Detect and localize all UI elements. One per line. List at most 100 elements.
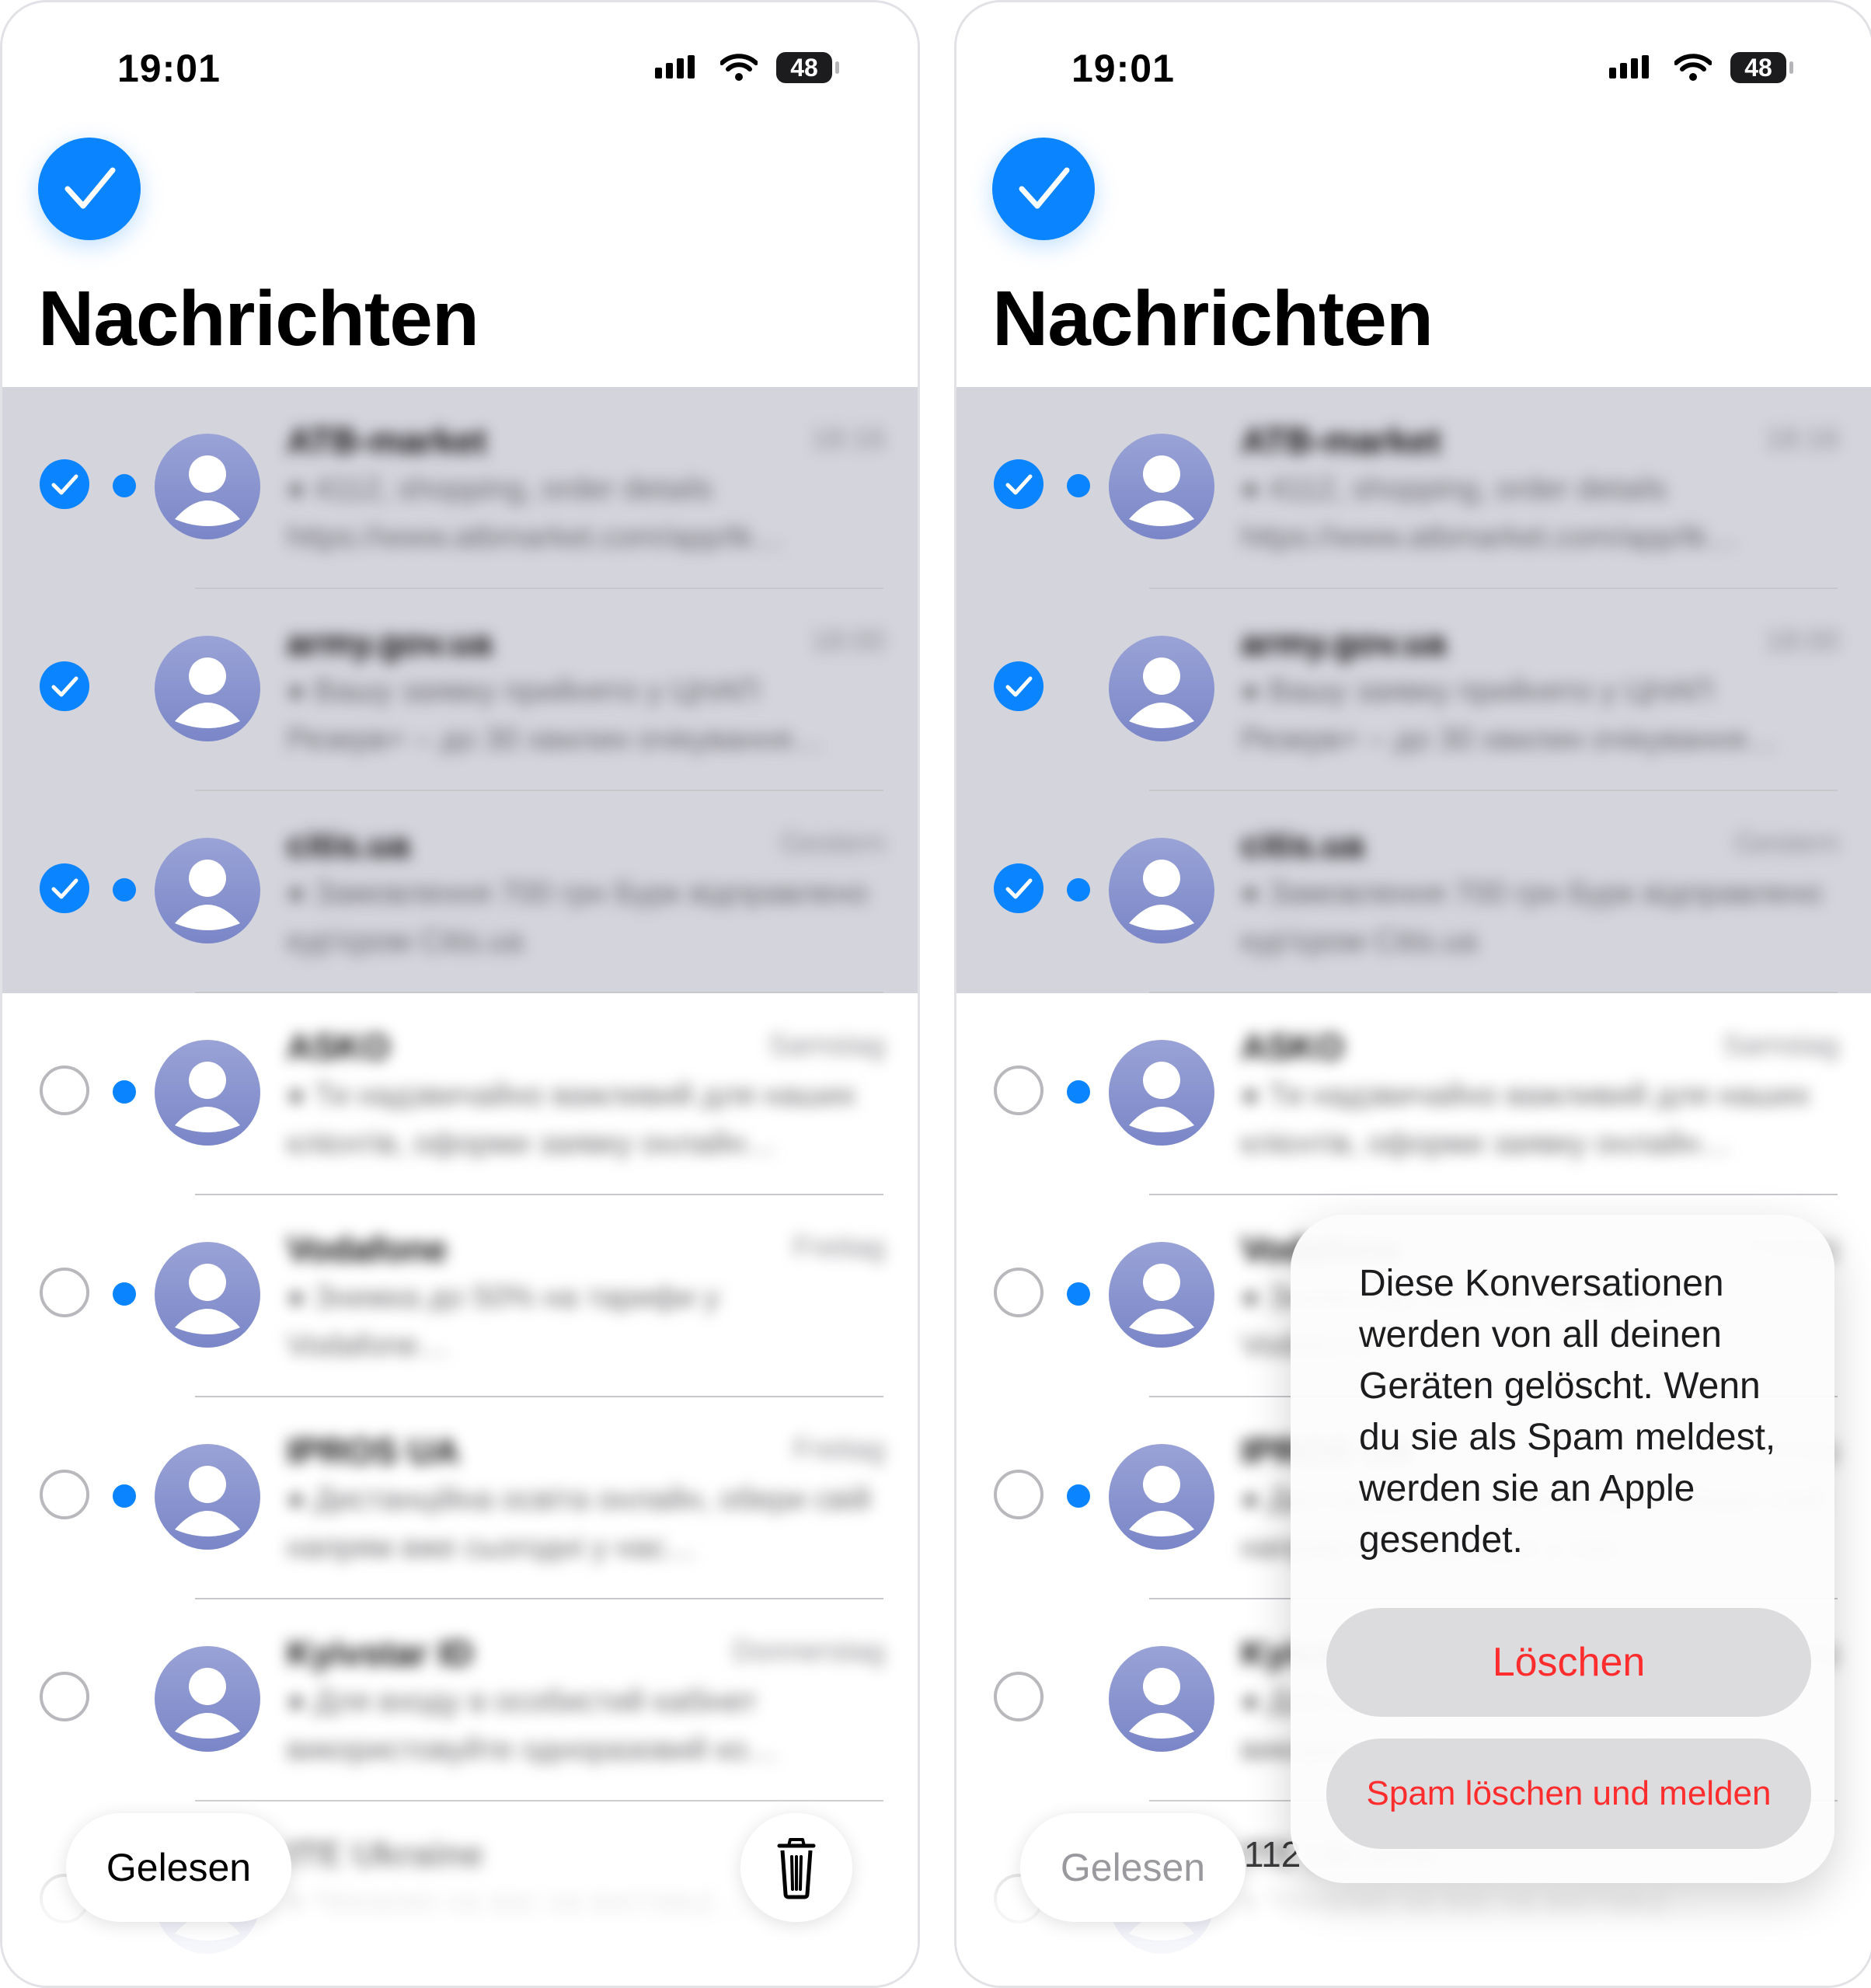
avatar-person-icon (1109, 838, 1214, 943)
unread-dot (113, 1080, 136, 1104)
conversation-sender: IPROS UA (287, 1431, 460, 1471)
avatar-person-icon (1109, 636, 1214, 741)
row-select-circle[interactable] (40, 1268, 89, 1317)
conversation-preview: ● Ти надзвичайно важливий для наших кліє… (1241, 1078, 1810, 1160)
conversation-preview: ● 4112, shopping, order details https://… (287, 472, 785, 554)
conversation-preview: ● Вашу заявку прийнято у ЦНАП Резерв+ – … (1241, 674, 1778, 756)
battery-tip (1789, 61, 1793, 74)
conversation-time: Freitag (793, 1231, 885, 1264)
avatar-person-icon (155, 1040, 260, 1146)
conversation-time: Gestern (779, 827, 885, 860)
status-time: 19:01 (117, 47, 221, 90)
unread-dot (113, 878, 136, 902)
select-all-checkmark-icon[interactable] (992, 138, 1095, 240)
conversation-time: 18:00 (810, 625, 885, 657)
conversation-sender: Kyivstar ID (287, 1633, 474, 1673)
trash-icon (777, 1838, 816, 1899)
conversation-sender: army.gov.ua (1241, 623, 1447, 663)
row-select-circle[interactable] (40, 1065, 89, 1115)
cellular-signal-icon (655, 55, 695, 78)
conversation-row[interactable]: Vodafone Freitag ● Знижка до 50% на тарифи… (2, 1195, 918, 1397)
conversation-row[interactable]: ATB-market 18:16 ● 4112, shopping, order d… (956, 387, 1871, 589)
conversation-text-blurred: citis.ua Gestern ● Замовлення 700 грн Бурк… (287, 807, 885, 962)
conversation-sender: ATB-market (287, 420, 487, 461)
row-select-circle[interactable] (40, 1672, 89, 1721)
avatar-person-icon (155, 636, 260, 741)
delete-and-report-spam-button[interactable]: Spam löschen und melden (1326, 1739, 1811, 1849)
conversation-preview: ● Замовлення 700 грн Бурк відправлено ку… (1241, 876, 1822, 958)
conversation-row[interactable]: ASKO Samstag ● Ти надзвичайно важливий для… (956, 993, 1871, 1195)
conversation-preview: ● Ти надзвичайно важливий для наших кліє… (287, 1078, 856, 1160)
conversation-sender: citis.ua (1241, 825, 1364, 865)
conversation-text-blurred: army.gov.ua 18:00 ● Вашу заявку прийнято у… (287, 605, 885, 760)
phone-screen-left: 19:01 48 Nachrichten ATB-market 18:16 ● 41… (0, 0, 920, 1988)
avatar-person-icon (155, 1242, 260, 1348)
avatar-person-icon (1109, 1444, 1214, 1550)
row-select-circle[interactable] (994, 1672, 1044, 1721)
cellular-signal-icon (1609, 55, 1649, 78)
avatar-person-icon (155, 1444, 260, 1550)
unread-dot (1067, 1282, 1090, 1306)
unread-dot (113, 1484, 136, 1508)
phone-screen-right: 19:01 48 Nachrichten ATB-market 18:16 ● 41… (954, 0, 1871, 1988)
delete-button[interactable]: Löschen (1326, 1608, 1811, 1717)
avatar-person-icon (1109, 1242, 1214, 1348)
conversation-sender: Vodafone (287, 1229, 448, 1269)
conversation-sender: ATB-market (1241, 420, 1441, 461)
conversation-row[interactable]: ATB-market 18:16 ● 4112, shopping, order d… (2, 387, 918, 589)
battery-level: 48 (776, 52, 832, 83)
status-time: 19:01 (1071, 47, 1175, 90)
trash-button[interactable] (740, 1813, 852, 1922)
conversation-row[interactable]: army.gov.ua 18:00 ● Вашу заявку прийнято у… (2, 589, 918, 791)
select-all-checkmark-icon[interactable] (38, 138, 141, 240)
conversation-preview: ● 4112, shopping, order details https://… (1241, 472, 1739, 554)
row-select-circle[interactable] (994, 1065, 1044, 1115)
battery-level: 48 (1730, 52, 1786, 83)
row-checkmark-icon[interactable] (40, 661, 89, 711)
conversation-time: Samstag (1723, 1029, 1839, 1062)
conversation-row[interactable]: ASKO Samstag ● Ти надзвичайно важливий для… (2, 993, 918, 1195)
conversation-time: 18:00 (1765, 625, 1839, 657)
avatar-person-icon (1109, 434, 1214, 539)
mark-read-button[interactable]: Gelesen (66, 1813, 291, 1922)
conversation-sender: ASKO (287, 1027, 390, 1067)
conversation-time: Freitag (793, 1433, 885, 1466)
avatar-person-icon (155, 1646, 260, 1752)
unread-dot (113, 1282, 136, 1306)
unread-dot (1067, 878, 1090, 902)
conversation-row[interactable]: Kyivstar ID Donnerstag ● Для входу в особи… (2, 1599, 918, 1801)
conversation-preview: ● Замовлення 700 грн Бурк відправлено ку… (287, 876, 868, 958)
conversation-row[interactable]: IPROS UA Freitag ● Дистанційна освіта онла… (2, 1397, 918, 1599)
unread-dot (1067, 1080, 1090, 1104)
row-checkmark-icon[interactable] (994, 661, 1044, 711)
unread-dot (113, 474, 136, 497)
conversation-time: Donnerstag (732, 1635, 885, 1668)
delete-confirmation-message: Diese Konversationen werden von all dein… (1359, 1263, 1776, 1561)
row-checkmark-icon[interactable] (994, 459, 1044, 509)
avatar-person-icon (1109, 1040, 1214, 1146)
conversation-text-blurred: ASKO Samstag ● Ти надзвичайно важливий для… (1241, 1009, 1839, 1164)
conversation-sender: citis.ua (287, 825, 410, 865)
conversation-text-blurred: Vodafone Freitag ● Знижка до 50% на тарифи… (287, 1211, 885, 1366)
row-select-circle[interactable] (994, 1268, 1044, 1317)
row-select-circle[interactable] (994, 1470, 1044, 1519)
conversation-row[interactable]: army.gov.ua 18:00 ● Вашу заявку прийнято у… (956, 589, 1871, 791)
row-checkmark-icon[interactable] (994, 863, 1044, 913)
conversation-preview: ● Для входу в особистий кабінет використ… (287, 1684, 779, 1767)
conversation-preview: ● Дистанційна освіта онлайн, обери свій … (287, 1482, 871, 1564)
conversation-preview: ● Знижка до 50% на тарифи у Vodafone… (287, 1280, 719, 1362)
page-title: Nachrichten (992, 275, 1434, 362)
conversation-time: Samstag (768, 1029, 885, 1062)
avatar-person-icon (1109, 1646, 1214, 1752)
conversation-text-blurred: IPROS UA Freitag ● Дистанційна освіта онла… (287, 1413, 885, 1568)
conversation-preview: ● Вашу заявку прийнято у ЦНАП Резерв+ – … (287, 674, 824, 756)
unread-dot (1067, 1484, 1090, 1508)
conversation-row[interactable]: citis.ua Gestern ● Замовлення 700 грн Бурк… (956, 791, 1871, 993)
row-select-circle[interactable] (40, 1470, 89, 1519)
conversation-row[interactable]: citis.ua Gestern ● Замовлення 700 грн Бурк… (2, 791, 918, 993)
row-checkmark-icon[interactable] (40, 459, 89, 509)
mark-read-button[interactable]: Gelesen (1020, 1813, 1246, 1922)
row-checkmark-icon[interactable] (40, 863, 89, 913)
conversation-text-blurred: ATB-market 18:16 ● 4112, shopping, order d… (1241, 403, 1839, 558)
conversation-time: Gestern (1733, 827, 1839, 860)
